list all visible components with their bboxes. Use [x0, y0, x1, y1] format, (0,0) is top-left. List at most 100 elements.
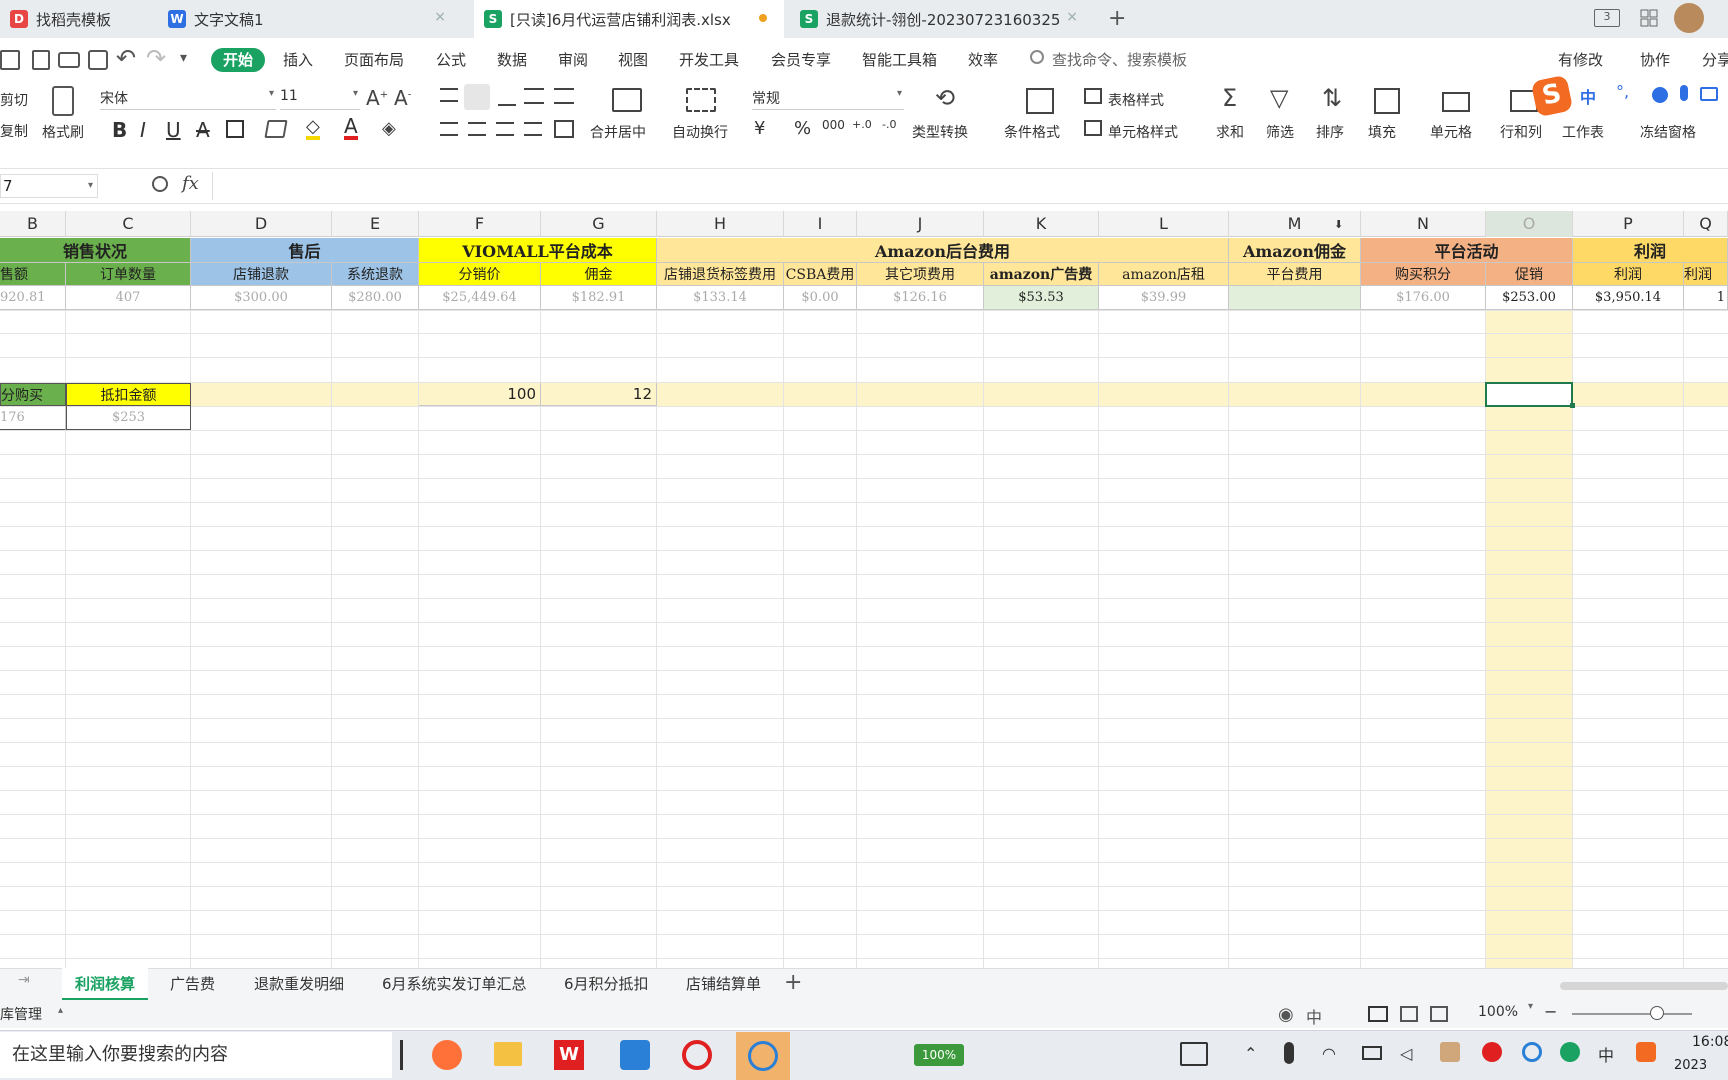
italic-icon[interactable]: I	[140, 118, 146, 142]
menu-view[interactable]: 视图	[618, 48, 648, 72]
col-header-l[interactable]: L	[1099, 211, 1229, 237]
tray-chat-icon[interactable]	[1522, 1042, 1542, 1062]
firefox-icon[interactable]	[432, 1040, 462, 1070]
header-other-fees[interactable]: 其它项费用	[857, 263, 984, 286]
format-painter-button[interactable]: 格式刷	[42, 122, 84, 142]
tab-profit-sheet[interactable]: S [只读]6月代运营店铺利润表.xlsx	[474, 0, 784, 38]
distributed-align-icon[interactable]	[554, 120, 574, 138]
increase-indent-icon[interactable]	[554, 88, 574, 104]
fill-button[interactable]: 填充	[1368, 122, 1396, 142]
tab-refund-sheet[interactable]: S 退款统计-翎创-20230723160325 ×	[790, 0, 1090, 38]
increase-font-icon[interactable]: A+	[366, 86, 388, 110]
cell-amazon-ad-fee[interactable]: $53.53	[984, 286, 1099, 310]
header-viomall-commission[interactable]: 佣金	[541, 263, 657, 286]
export-pdf-icon[interactable]	[32, 50, 50, 70]
command-search[interactable]: 查找命令、搜索模板	[1052, 48, 1187, 72]
header-profit[interactable]: 利润	[1573, 263, 1684, 286]
add-sheet-plus-icon[interactable]: +	[784, 970, 802, 995]
header-amazon-ad-fee[interactable]: amazon广告费	[984, 263, 1099, 286]
zoom-level[interactable]: 100%	[1478, 1004, 1518, 1020]
col-header-q[interactable]: Q	[1684, 211, 1728, 237]
zoom-formula-icon[interactable]	[152, 176, 168, 192]
cell-amazon-store-rent[interactable]: $39.99	[1099, 286, 1229, 310]
close-icon[interactable]: ×	[434, 9, 446, 25]
undo-icon[interactable]: ↶	[116, 44, 136, 72]
menu-start[interactable]: 开始	[211, 48, 266, 72]
col-header-k[interactable]: K	[984, 211, 1099, 237]
sheet-grid[interactable]	[0, 238, 1728, 968]
col-header-i[interactable]: I	[784, 211, 857, 237]
cell-system-refund[interactable]: $280.00	[332, 286, 419, 310]
active-taskbar-app[interactable]	[736, 1032, 790, 1080]
save-icon[interactable]	[0, 50, 20, 70]
new-tab-plus-icon[interactable]: +	[1108, 6, 1126, 31]
ime-emoji-icon[interactable]	[1652, 87, 1668, 103]
active-cell-selection[interactable]	[1485, 382, 1573, 407]
zoom-slider[interactable]	[1572, 1013, 1692, 1015]
group-header-after-sales[interactable]: 售后	[191, 238, 419, 263]
header-profit-rate[interactable]: 利润	[1684, 263, 1728, 286]
filter-button[interactable]: 筛选	[1266, 122, 1294, 142]
close-icon[interactable]: ×	[1066, 9, 1078, 25]
zoom-slider-thumb[interactable]	[1650, 1006, 1664, 1020]
page-break-view-icon[interactable]	[1430, 1006, 1448, 1022]
strikethrough-icon[interactable]: A	[196, 118, 210, 142]
header-distribution-price[interactable]: 分销价	[419, 263, 541, 286]
decrease-font-icon[interactable]: A-	[394, 86, 411, 110]
formula-input[interactable]	[212, 172, 1728, 200]
cell-button[interactable]: 单元格	[1430, 122, 1472, 142]
col-header-p[interactable]: P	[1573, 211, 1684, 237]
worksheet-button[interactable]: 工作表	[1562, 122, 1604, 142]
avatar[interactable]	[1674, 3, 1704, 33]
number-format-select[interactable]: 常规 ▾	[752, 88, 904, 110]
group-header-viomall-cost[interactable]: VIOMALL平台成本	[419, 238, 657, 263]
cell-promotion[interactable]: $253.00	[1486, 286, 1573, 310]
col-header-c[interactable]: C	[66, 211, 191, 237]
zoom-out-icon[interactable]: −	[1544, 1002, 1557, 1021]
chevron-up-icon[interactable]: ⌃	[1244, 1044, 1257, 1063]
group-header-platform-activity[interactable]: 平台活动	[1361, 238, 1573, 263]
thousands-separator-icon[interactable]: 000	[822, 118, 845, 132]
border-icon[interactable]	[226, 120, 244, 138]
redo-icon[interactable]: ↷	[146, 44, 166, 72]
col-header-j[interactable]: J	[857, 211, 984, 237]
tray-app-icon[interactable]	[1440, 1042, 1460, 1062]
share-button[interactable]: 分享	[1702, 48, 1728, 72]
header-order-count[interactable]: 订单数量	[66, 263, 191, 286]
chevron-up-icon[interactable]: ▴	[58, 1005, 63, 1016]
menu-member[interactable]: 会员专享	[771, 48, 831, 72]
wrap-text-button[interactable]: 自动换行	[672, 122, 728, 142]
window-layout-icon[interactable]: 3	[1594, 9, 1620, 27]
header-platform-fee[interactable]: 平台费用	[1229, 263, 1361, 286]
menu-insert[interactable]: 插入	[283, 48, 313, 72]
freeze-panes-button[interactable]: 冻结窗格	[1640, 122, 1696, 142]
cell-g-value[interactable]: 12	[541, 383, 657, 406]
col-header-f[interactable]: F	[419, 211, 541, 237]
align-top-icon[interactable]	[440, 88, 458, 102]
eye-protection-icon[interactable]: ◉	[1278, 1004, 1294, 1025]
cell-style-button[interactable]: 单元格样式	[1108, 122, 1178, 142]
sheet-tab-june-orders[interactable]: 6月系统实发订单汇总	[382, 968, 527, 1000]
filter-arrow-icon[interactable]: ⬇	[1334, 218, 1343, 231]
sheet-tab-ad-fee[interactable]: 广告费	[170, 968, 215, 1000]
table-style-button[interactable]: 表格样式	[1108, 90, 1164, 110]
fill-color-icon[interactable]: ◇	[306, 118, 320, 140]
wifi-icon[interactable]: ◠	[1322, 1044, 1336, 1063]
cell-viomall-commission[interactable]: $182.91	[541, 286, 657, 310]
file-explorer-icon[interactable]	[494, 1042, 522, 1066]
col-header-e[interactable]: E	[332, 211, 419, 237]
cut-button[interactable]: 剪切	[0, 90, 28, 110]
col-header-d[interactable]: D	[191, 211, 332, 237]
bold-icon[interactable]: B	[112, 118, 127, 142]
tray-sogou-icon[interactable]	[1636, 1042, 1656, 1062]
normal-view-icon[interactable]	[1368, 1006, 1388, 1022]
align-center-icon[interactable]	[468, 122, 486, 136]
align-right-icon[interactable]	[496, 122, 514, 136]
clock-date[interactable]: 2023	[1674, 1058, 1707, 1073]
underline-icon[interactable]: U	[166, 118, 181, 142]
ime-voice-icon[interactable]	[1680, 85, 1688, 101]
group-header-profit[interactable]: 利润	[1573, 238, 1728, 263]
chevron-down-icon[interactable]: ▾	[1528, 1001, 1533, 1012]
header-system-refund[interactable]: 系统退款	[332, 263, 419, 286]
increase-decimal-icon[interactable]: +.0	[852, 118, 872, 131]
